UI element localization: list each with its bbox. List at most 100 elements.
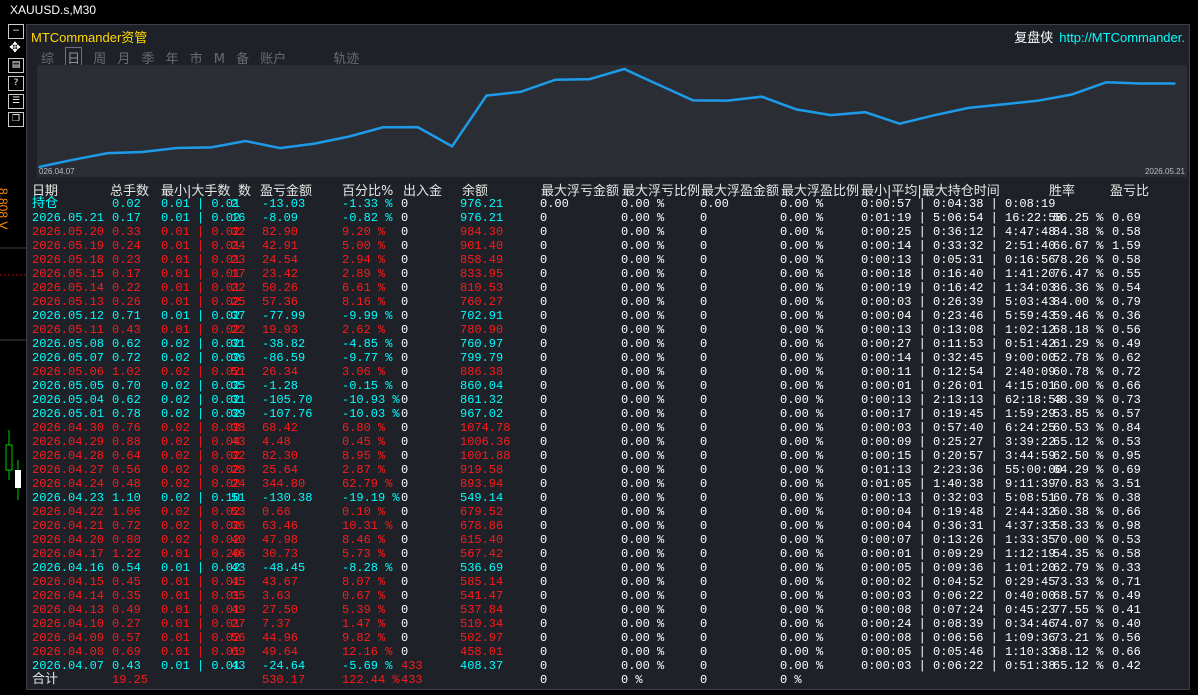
table-row[interactable]: 2026.04.16 0.54 0.01 | 0.02 43 -48.45 -8.28 %… xyxy=(32,561,1182,575)
cell-pct: 12.16 % xyxy=(342,645,393,659)
table-row[interactable]: 2026.05.20 0.33 0.01 | 0.02 32 82.90 9.20 % 0 9… xyxy=(32,225,1182,239)
mtcommander-panel: MTCommander资管 复盘侠 http://MTCommander. 综 日… xyxy=(26,24,1190,690)
cell-pl: 23.42 xyxy=(262,267,299,281)
table-row[interactable]: 2026.05.18 0.23 0.01 | 0.01 23 24.54 2.94 % 0 8… xyxy=(32,253,1182,267)
cell-minmax: 0.02 | 0.02 xyxy=(161,505,241,519)
cell-mfp: 0 xyxy=(700,295,708,309)
cell-n: 45 xyxy=(231,575,246,589)
cell-rr: 0.42 xyxy=(1112,659,1141,673)
cell-mfp: 0 xyxy=(700,645,708,659)
cell-win: 56.25 % xyxy=(1053,211,1104,225)
table-row[interactable]: 2026.05.13 0.26 0.01 | 0.02 25 57.36 8.16 % 0 7… xyxy=(32,295,1182,309)
cell-mflp: 0.00 % xyxy=(621,295,665,309)
cell-mfp: 0 xyxy=(700,533,708,547)
table-row[interactable]: 2026.05.08 0.62 0.02 | 0.02 31 -38.82 -4.85 %… xyxy=(32,337,1182,351)
table-row[interactable]: 2026.05.15 0.17 0.01 | 0.01 17 23.42 2.89 % 0 8… xyxy=(32,267,1182,281)
table-row[interactable]: 2026.05.11 0.43 0.01 | 0.02 22 19.93 2.62 % 0 7… xyxy=(32,323,1182,337)
table-row[interactable]: 2026.04.21 0.72 0.02 | 0.02 36 63.46 10.31 % 0… xyxy=(32,519,1182,533)
x-start-label: 026.04.07 xyxy=(39,167,75,176)
cell-date: 2026.05.14 xyxy=(32,281,105,295)
table-row[interactable]: 2026.05.14 0.22 0.01 | 0.01 22 50.26 6.61 % 0 8… xyxy=(32,281,1182,295)
cell-date: 2026.04.29 xyxy=(32,435,105,449)
cell-hold: 0:00:13 | 0:13:08 | 1:02:12 xyxy=(861,323,1056,337)
cell-pct: -9.99 % xyxy=(342,309,393,323)
table-row[interactable]: 2026.05.19 0.24 0.01 | 0.01 24 42.91 5.00 % 0 9… xyxy=(32,239,1182,253)
cell-mflp: 0.00 % xyxy=(621,575,665,589)
cell-mflp: 0.00 % xyxy=(621,617,665,631)
move-icon[interactable]: ✥ xyxy=(8,41,22,55)
cell-mfpp: 0.00 % xyxy=(780,519,824,533)
table-row[interactable]: 2026.04.22 1.06 0.02 | 0.02 53 0.66 0.10 % 0 67… xyxy=(32,505,1182,519)
table-row[interactable]: 2026.04.08 0.69 0.01 | 0.01 69 49.64 12.16 % 0… xyxy=(32,645,1182,659)
table-row[interactable]: 2026.04.23 1.10 0.02 | 0.10 51 -130.38 -19.19… xyxy=(32,491,1182,505)
cell-pl: 19.93 xyxy=(262,323,299,337)
table-row[interactable]: 2026.05.05 0.70 0.02 | 0.02 35 -1.28 -0.15 % 0… xyxy=(32,379,1182,393)
cell-date: 2026.05.18 xyxy=(32,253,105,267)
cell-pct: 8.95 % xyxy=(342,449,386,463)
balance-point xyxy=(313,142,316,145)
table-row[interactable]: 2026.04.30 0.76 0.02 | 0.02 38 68.42 6.80 % 0 1… xyxy=(32,421,1182,435)
table-row[interactable]: 2026.04.13 0.49 0.01 | 0.01 49 27.50 5.39 % 0 5… xyxy=(32,603,1182,617)
table-row[interactable]: 2026.04.10 0.27 0.01 | 0.01 27 7.37 1.47 % 0 51… xyxy=(32,617,1182,631)
cell-n: 16 xyxy=(231,211,246,225)
table-row[interactable]: 2026.04.14 0.35 0.01 | 0.01 35 3.63 0.67 % 0 54… xyxy=(32,589,1182,603)
table-row[interactable]: 持仓 0.02 0.01 | 0.01 2 -13.03 -1.33 % 0 976.21 0.… xyxy=(32,197,1182,212)
cell-rr: 0.55 xyxy=(1112,267,1141,281)
balance-point xyxy=(244,140,247,142)
cell-io: 0 xyxy=(401,505,409,519)
total-pl: 530.17 xyxy=(262,673,306,687)
total-io: 433 xyxy=(401,673,423,687)
table-row[interactable]: 2026.05.06 1.02 0.02 | 0.02 51 26.34 3.06 % 0 8… xyxy=(32,365,1182,379)
balance-point xyxy=(692,99,694,102)
brand-url[interactable]: http://MTCommander. xyxy=(1059,30,1185,45)
cell-win: 73.33 % xyxy=(1053,575,1104,589)
cell-pct: -4.85 % xyxy=(342,337,393,351)
cell-n: 32 xyxy=(231,225,246,239)
cell-bal: 833.95 xyxy=(460,267,504,281)
table-row[interactable]: 2026.04.24 0.48 0.02 | 0.02 24 344.80 62.79 %… xyxy=(32,477,1182,491)
help-icon[interactable]: ? xyxy=(8,76,24,91)
cell-hold: 0:00:02 | 0:04:52 | 0:29:45 xyxy=(861,575,1056,589)
table-row[interactable]: 2026.04.17 1.22 0.01 | 0.20 46 30.73 5.73 % 0 5… xyxy=(32,547,1182,561)
table-icon[interactable]: ▤ xyxy=(8,58,24,73)
table-row[interactable]: 2026.04.27 0.56 0.02 | 0.02 28 25.64 2.87 % 0 9… xyxy=(32,463,1182,477)
cell-win: 70.83 % xyxy=(1053,477,1104,491)
total-mfl: 0 xyxy=(540,673,548,687)
cell-lots: 0.27 xyxy=(112,617,141,631)
minimize-icon[interactable]: − xyxy=(8,24,24,39)
table-row[interactable]: 2026.05.01 0.78 0.02 | 0.02 39 -107.76 -10.03… xyxy=(32,407,1182,421)
cell-rr: 0.53 xyxy=(1112,435,1141,449)
panel-brand: 复盘侠 http://MTCommander. xyxy=(1014,27,1185,46)
cell-pl: 63.46 xyxy=(262,519,299,533)
table-row[interactable]: 2026.04.28 0.64 0.02 | 0.02 32 82.30 8.95 % 0 1… xyxy=(32,449,1182,463)
cell-pct: 8.07 % xyxy=(342,575,386,589)
table-row[interactable]: 2026.04.20 0.80 0.02 | 0.02 40 47.98 8.46 % 0 6… xyxy=(32,533,1182,547)
cell-mfp: 0 xyxy=(700,617,708,631)
cell-date: 2026.04.10 xyxy=(32,617,105,631)
table-row[interactable]: 2026.05.04 0.62 0.02 | 0.02 31 -105.70 -10.93… xyxy=(32,393,1182,407)
cell-bal: 861.32 xyxy=(460,393,504,407)
table-row[interactable]: 2026.05.12 0.71 0.01 | 0.02 37 -77.99 -9.99 %… xyxy=(32,309,1182,323)
cell-pct: -0.15 % xyxy=(342,379,393,393)
table-row[interactable]: 2026.05.21 0.17 0.01 | 0.02 16 -8.09 -0.82 % 0… xyxy=(32,211,1182,225)
cell-mfpp: 0.00 % xyxy=(780,491,824,505)
cell-io: 0 xyxy=(401,197,409,211)
cell-mfpp: 0.00 % xyxy=(780,225,824,239)
table-row[interactable]: 2026.05.07 0.72 0.02 | 0.02 36 -86.59 -9.77 %… xyxy=(32,351,1182,365)
balance-point xyxy=(1036,100,1039,102)
cell-n: 49 xyxy=(231,603,246,617)
cell-win: 78.26 % xyxy=(1053,253,1104,267)
cell-bal: 760.97 xyxy=(460,337,504,351)
table-row[interactable]: 2026.04.07 0.43 0.01 | 0.01 43 -24.64 -5.69 %… xyxy=(32,659,1182,673)
cell-minmax: 0.02 | 0.02 xyxy=(161,379,241,393)
cell-pl: -48.45 xyxy=(262,561,306,575)
cell-io: 0 xyxy=(401,519,409,533)
cell-pl: 44.96 xyxy=(262,631,299,645)
table-row[interactable]: 2026.04.29 0.88 0.02 | 0.04 43 4.48 0.45 % 0 10… xyxy=(32,435,1182,449)
cell-n: 69 xyxy=(231,645,246,659)
cell-date: 2026.04.28 xyxy=(32,449,105,463)
table-row[interactable]: 2026.04.09 0.57 0.01 | 0.02 56 44.96 9.82 % 0 5… xyxy=(32,631,1182,645)
balance-point xyxy=(795,108,798,111)
table-row[interactable]: 2026.04.15 0.45 0.01 | 0.01 45 43.67 8.07 % 0 5… xyxy=(32,575,1182,589)
cell-mfpp: 0.00 % xyxy=(780,547,824,561)
